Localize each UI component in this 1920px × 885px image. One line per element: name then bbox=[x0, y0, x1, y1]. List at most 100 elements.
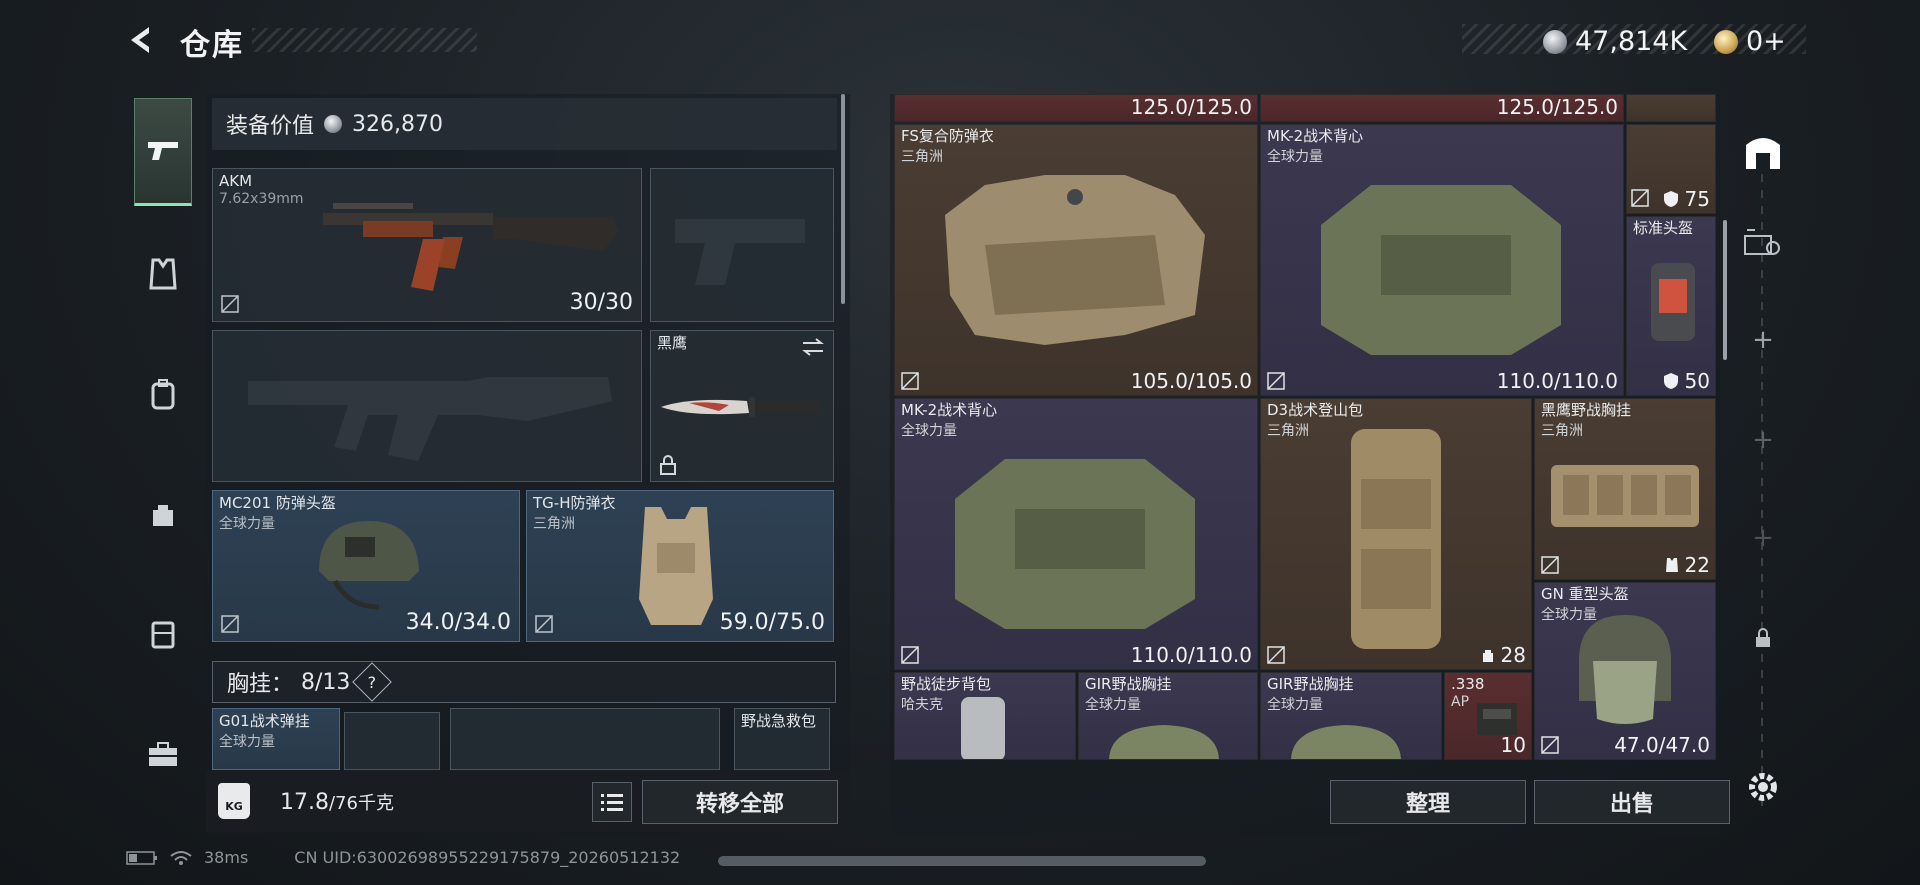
swap-icon[interactable] bbox=[801, 337, 825, 357]
nav-backpack[interactable] bbox=[134, 340, 192, 448]
back-button[interactable] bbox=[122, 20, 162, 60]
armor-faction: 三角洲 bbox=[533, 516, 575, 532]
pistol-slot[interactable] bbox=[650, 168, 834, 322]
nav-weapons[interactable] bbox=[134, 98, 192, 206]
rig-empty-slot[interactable] bbox=[344, 712, 440, 770]
stash-item[interactable]: .338 AP 10 bbox=[1444, 672, 1532, 760]
help-icon[interactable]: ? bbox=[352, 662, 393, 702]
secondary-weapon-slot[interactable] bbox=[212, 330, 642, 482]
gold-currency[interactable]: 0+ bbox=[1714, 26, 1786, 57]
plus-icon: + bbox=[1752, 325, 1774, 355]
stash-item[interactable]: 野战徒步背包 哈夫克 bbox=[894, 672, 1076, 760]
item-faction: 哈夫克 bbox=[901, 697, 943, 713]
bag-icon bbox=[1482, 650, 1493, 662]
chest-rig-capacity: 8/13 bbox=[301, 669, 351, 695]
item-name: MK-2战术背心 bbox=[1267, 127, 1364, 145]
item-durability: 125.0/125.0 bbox=[1130, 95, 1252, 119]
tradeable-flag-icon bbox=[221, 615, 239, 633]
transfer-all-button[interactable]: 转移全部 bbox=[642, 780, 838, 824]
add-tab-button[interactable]: + bbox=[1728, 420, 1798, 460]
stash-item[interactable]: GIR野战胸挂 全球力量 bbox=[1260, 672, 1442, 760]
item-name: MK-2战术背心 bbox=[901, 401, 998, 419]
home-indicator[interactable] bbox=[718, 856, 1206, 866]
item-name: FS复合防弹衣 bbox=[901, 127, 994, 145]
helmet-name: MC201 防弹头盔 bbox=[219, 494, 336, 512]
stash-item[interactable]: D3战术登山包 三角洲 28 bbox=[1260, 398, 1532, 670]
helmet-slot[interactable]: MC201 防弹头盔 全球力量 34.0/34.0 bbox=[212, 490, 520, 642]
medkit-slot[interactable]: 野战急救包 bbox=[734, 708, 830, 770]
helmet-icon bbox=[1651, 263, 1695, 341]
stash-tab[interactable] bbox=[1728, 124, 1798, 178]
add-tab-button[interactable]: + bbox=[1728, 320, 1798, 360]
stash-item[interactable]: 标准头盔 50 bbox=[1626, 216, 1716, 396]
swap-gear-icon bbox=[1744, 229, 1780, 255]
loadout-scrollbar[interactable] bbox=[841, 94, 845, 304]
knife-icon bbox=[661, 397, 821, 417]
plus-icon: + bbox=[1752, 523, 1774, 553]
stash-item[interactable]: MK-2战术背心 全球力量 110.0/110.0 bbox=[894, 398, 1258, 670]
backpack-icon bbox=[961, 697, 1005, 759]
silver-currency[interactable]: 47,814K bbox=[1543, 26, 1687, 57]
item-faction: 三角洲 bbox=[1267, 423, 1309, 439]
stash-item-partial[interactable] bbox=[1626, 94, 1716, 122]
weapon-name: AKM bbox=[219, 172, 253, 190]
weight-text: 17.8/76千克 bbox=[280, 789, 394, 815]
stash-item[interactable]: GIR野战胸挂 全球力量 bbox=[1078, 672, 1258, 760]
armor-name: TG-H防弹衣 bbox=[533, 494, 616, 512]
item-durability: 47.0/47.0 bbox=[1614, 733, 1710, 757]
nav-toolbox[interactable] bbox=[134, 700, 192, 808]
melee-slot[interactable]: 黑鹰 bbox=[650, 330, 834, 482]
stash-item-partial[interactable]: 125.0/125.0 bbox=[894, 94, 1258, 122]
item-durability: 110.0/110.0 bbox=[1496, 369, 1618, 393]
stash-item[interactable]: GN 重型头盔 全球力量 47.0/47.0 bbox=[1534, 582, 1716, 760]
tradeable-flag-icon bbox=[1267, 372, 1285, 390]
stash-item[interactable]: 黑鹰野战胸挂 三角洲 22 bbox=[1534, 398, 1716, 580]
shield-icon bbox=[1663, 191, 1678, 207]
locked-tab[interactable] bbox=[1728, 618, 1798, 658]
item-name: 标准头盔 bbox=[1633, 219, 1694, 237]
list-icon bbox=[601, 794, 623, 811]
list-view-button[interactable] bbox=[592, 782, 632, 822]
rig-item-name: G01战术弹挂 bbox=[219, 712, 310, 730]
sort-button[interactable]: 整理 bbox=[1330, 780, 1526, 824]
stash-item[interactable]: FS复合防弹衣 三角洲 105.0/105.0 bbox=[894, 124, 1258, 396]
gear-icon bbox=[1749, 773, 1777, 801]
silver-coin-icon bbox=[324, 115, 343, 133]
gear-loadout-tab[interactable] bbox=[1728, 218, 1798, 268]
stash-item-partial[interactable]: 125.0/125.0 bbox=[1260, 94, 1624, 122]
plus-icon: + bbox=[1752, 425, 1774, 455]
item-sub: AP bbox=[1451, 694, 1470, 710]
back-arrow-icon bbox=[131, 27, 149, 53]
ammo-count: 10 bbox=[1500, 733, 1526, 757]
nav-vest[interactable] bbox=[134, 220, 192, 328]
case-icon bbox=[151, 621, 175, 649]
nav-case[interactable] bbox=[134, 580, 192, 688]
rig-empty-slot-wide[interactable] bbox=[450, 708, 720, 770]
stash-item[interactable]: MK-2战术背心 全球力量 110.0/110.0 bbox=[1260, 124, 1624, 396]
weight-value: 17.8 bbox=[280, 790, 329, 815]
wifi-icon bbox=[170, 850, 192, 865]
item-faction: 全球力量 bbox=[1085, 697, 1141, 713]
armor-badge: 50 bbox=[1663, 369, 1710, 393]
melee-name: 黑鹰 bbox=[657, 334, 688, 352]
primary-weapon-slot[interactable]: AKM 7.62x39mm 30/30 bbox=[212, 168, 642, 322]
nav-bag[interactable] bbox=[134, 460, 192, 568]
tactical-vest-icon bbox=[1321, 185, 1561, 355]
equipment-value-bar: 装备价值 326,870 bbox=[212, 98, 837, 150]
backpack-icon bbox=[151, 379, 175, 410]
capacity-badge: 22 bbox=[1665, 553, 1710, 577]
stash-item[interactable]: 75 bbox=[1626, 124, 1716, 214]
stash-scrollbar[interactable] bbox=[1723, 220, 1727, 360]
settings-button[interactable] bbox=[1728, 762, 1798, 812]
silver-amount: 47,814K bbox=[1575, 26, 1688, 57]
sell-button[interactable]: 出售 bbox=[1534, 780, 1730, 824]
helmet-faction: 全球力量 bbox=[219, 516, 275, 532]
armor-slot[interactable]: TG-H防弹衣 三角洲 59.0/75.0 bbox=[526, 490, 834, 642]
item-faction: 三角洲 bbox=[1541, 423, 1583, 439]
add-tab-button[interactable]: + bbox=[1728, 518, 1798, 558]
vest-icon bbox=[149, 258, 177, 290]
tradeable-flag-icon bbox=[535, 615, 553, 633]
rig-item-slot[interactable]: G01战术弹挂 全球力量 bbox=[212, 708, 340, 770]
weapon-ammo: 30/30 bbox=[569, 290, 633, 315]
silver-coin-icon bbox=[1543, 29, 1567, 54]
